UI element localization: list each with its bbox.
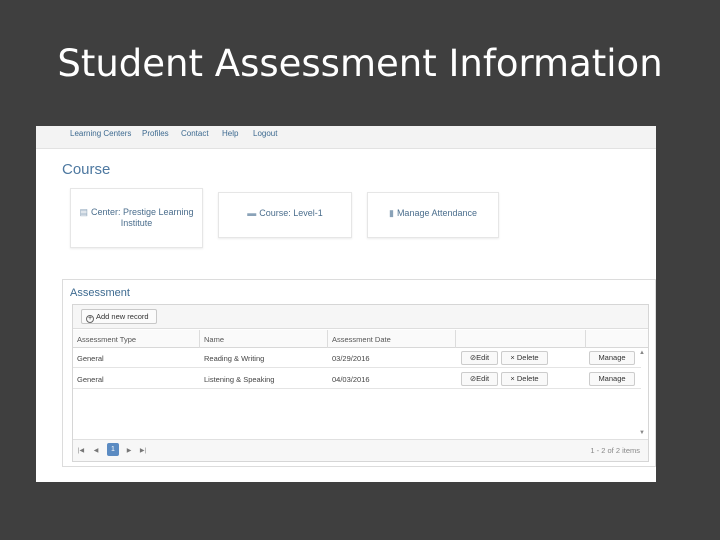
cell-date: 03/29/2016 xyxy=(332,354,370,363)
scroll-down-icon[interactable]: ▼ xyxy=(639,430,645,436)
slide-title: Student Assessment Information xyxy=(57,42,663,85)
prev-page-icon[interactable]: ◀ xyxy=(90,445,102,457)
delete-button[interactable]: × Delete xyxy=(501,351,548,365)
center-card[interactable]: ▤ Center: Prestige Learning Institute xyxy=(70,188,203,248)
col-assessment-date[interactable]: Assessment Date xyxy=(332,335,391,344)
first-page-icon[interactable]: |◀ xyxy=(75,445,87,457)
book-icon: ▬ xyxy=(247,208,257,218)
manage-button[interactable]: Manage xyxy=(589,372,635,386)
course-level-label: Course: Level-1 xyxy=(259,208,323,218)
delete-button[interactable]: × Delete xyxy=(501,372,548,386)
col-name[interactable]: Name xyxy=(204,335,224,344)
edit-label: Edit xyxy=(476,353,490,362)
grid-pager: |◀ ◀ 1 ▶ ▶| 1 - 2 of 2 items xyxy=(73,439,648,461)
top-nav: Learning Centers Profiles Contact Help L… xyxy=(36,126,656,149)
delete-label: Delete xyxy=(516,353,539,362)
cell-type: General xyxy=(77,375,104,384)
nav-learning-centers[interactable]: Learning Centers xyxy=(70,129,131,138)
edit-button[interactable]: ⊘Edit xyxy=(461,372,498,386)
center-label-line2: Institute xyxy=(120,218,153,228)
course-level-card[interactable]: ▬ Course: Level-1 xyxy=(218,192,352,238)
cell-name: Listening & Speaking xyxy=(204,375,275,384)
nav-contact[interactable]: Contact xyxy=(181,129,209,138)
current-page-button[interactable]: 1 xyxy=(107,443,119,456)
manage-attendance-label: Manage Attendance xyxy=(396,208,478,218)
assessment-panel: Assessment + Add new record Assessment Ty… xyxy=(62,279,656,467)
assessment-title: Assessment xyxy=(70,287,130,299)
nav-profiles[interactable]: Profiles xyxy=(142,129,169,138)
table-row: General Reading & Writing 03/29/2016 ⊘Ed… xyxy=(73,348,641,368)
next-page-icon[interactable]: ▶ xyxy=(123,445,135,457)
edit-label: Edit xyxy=(476,374,490,383)
scroll-up-icon[interactable]: ▲ xyxy=(639,350,645,356)
pager-info: 1 - 2 of 2 items xyxy=(590,446,640,455)
manage-button[interactable]: Manage xyxy=(589,351,635,365)
nav-help[interactable]: Help xyxy=(222,129,238,138)
building-icon: ▤ xyxy=(79,207,88,217)
nav-logout[interactable]: Logout xyxy=(253,129,277,138)
table-row: General Listening & Speaking 04/03/2016 … xyxy=(73,369,641,389)
center-label: Center: Prestige Learning xyxy=(90,207,194,217)
plus-icon: + xyxy=(86,315,94,323)
course-heading: Course xyxy=(62,161,111,178)
bookmark-icon: ▮ xyxy=(388,208,394,218)
delete-label: Delete xyxy=(516,374,539,383)
col-assessment-type[interactable]: Assessment Type xyxy=(77,335,136,344)
grid-header: Assessment Type Name Assessment Date xyxy=(73,330,648,348)
manage-attendance-card[interactable]: ▮ Manage Attendance xyxy=(367,192,499,238)
cell-date: 04/03/2016 xyxy=(332,375,370,384)
grid-toolbar: + Add new record xyxy=(73,305,648,329)
last-page-icon[interactable]: ▶| xyxy=(137,445,149,457)
add-new-record-label: Add new record xyxy=(96,312,149,321)
add-new-record-button[interactable]: + Add new record xyxy=(81,309,157,324)
cell-type: General xyxy=(77,354,104,363)
app-screenshot: Learning Centers Profiles Contact Help L… xyxy=(36,126,656,482)
cell-name: Reading & Writing xyxy=(204,354,265,363)
edit-button[interactable]: ⊘Edit xyxy=(461,351,498,365)
assessment-grid: + Add new record Assessment Type Name Ass… xyxy=(72,304,649,462)
